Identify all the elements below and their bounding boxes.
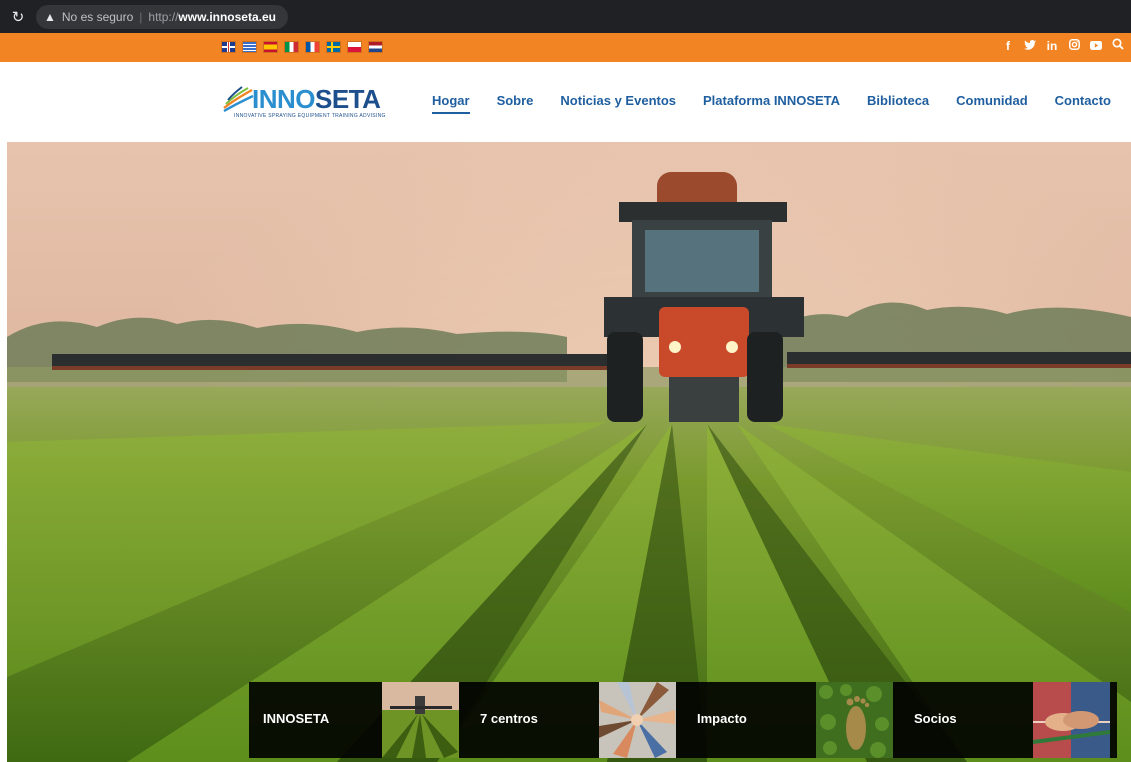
logo-tagline: INNOVATIVE SPRAYING EQUIPMENT TRAINING A… <box>234 113 386 119</box>
card-socios[interactable]: Socios <box>900 682 1117 758</box>
social-icons: f in <box>1001 38 1125 53</box>
language-flags <box>222 42 382 52</box>
logo-wave-icon <box>223 86 254 112</box>
card-innoseta[interactable]: INNOSETA <box>249 682 466 758</box>
hero-image <box>7 142 1131 762</box>
reload-icon[interactable]: ↻ <box>6 8 30 26</box>
nav-item-plataforma-innoseta[interactable]: Plataforma INNOSETA <box>703 93 840 108</box>
flag-pl-icon[interactable] <box>348 42 361 52</box>
feature-cards: INNOSETA 7 centros Impacto Socios <box>249 682 1117 758</box>
url-separator: | <box>139 9 143 24</box>
flag-se-icon[interactable] <box>327 42 340 52</box>
hero-tractor-field-illustration <box>7 142 1131 762</box>
site-header: INNOSETA INNOVATIVE SPRAYING EQUIPMENT T… <box>0 62 1131 142</box>
logo-wordmark: INNOSETA <box>252 84 381 114</box>
facebook-icon[interactable]: f <box>1001 39 1015 53</box>
instagram-icon[interactable] <box>1067 38 1081 53</box>
flag-gr-icon[interactable] <box>243 42 256 52</box>
flag-it-icon[interactable] <box>285 42 298 52</box>
url-field[interactable]: ▲ No es seguro | http://www.innoseta.eu <box>36 4 288 29</box>
warning-triangle-icon[interactable]: ▲ <box>44 10 56 24</box>
handshake-thumb <box>1033 682 1110 758</box>
flag-fr-icon[interactable] <box>306 42 319 52</box>
card-label: Impacto <box>697 711 747 726</box>
card-impacto[interactable]: Impacto <box>683 682 900 758</box>
twitter-icon[interactable] <box>1023 39 1037 53</box>
youtube-icon[interactable] <box>1089 39 1103 53</box>
footprint-thumb <box>816 682 893 758</box>
card-label: INNOSETA <box>263 711 330 726</box>
nav-item-hogar[interactable]: Hogar <box>432 93 470 114</box>
card-label: 7 centros <box>480 711 538 726</box>
linkedin-icon[interactable]: in <box>1045 39 1059 53</box>
url-protocol: http:// <box>148 9 179 24</box>
url-host: www.innoseta.eu <box>178 9 276 24</box>
card-7-centros[interactable]: 7 centros <box>466 682 683 758</box>
hands-circle-thumb <box>599 682 676 758</box>
flag-nl-icon[interactable] <box>369 42 382 52</box>
browser-address-bar: ↻ ▲ No es seguro | http://www.innoseta.e… <box>0 0 1131 33</box>
nav-item-biblioteca[interactable]: Biblioteca <box>867 93 929 108</box>
nav-item-contacto[interactable]: Contacto <box>1055 93 1111 108</box>
nav-item-noticias-y-eventos[interactable]: Noticias y Eventos <box>560 93 676 108</box>
search-icon[interactable] <box>1111 38 1125 53</box>
tractor-field-thumb <box>382 682 459 758</box>
site-logo[interactable]: INNOSETA INNOVATIVE SPRAYING EQUIPMENT T… <box>222 84 385 124</box>
flag-es-icon[interactable] <box>264 42 277 52</box>
nav-item-sobre[interactable]: Sobre <box>497 93 534 108</box>
card-label: Socios <box>914 711 957 726</box>
security-label: No es seguro <box>61 9 134 24</box>
top-bar: f in <box>0 33 1131 62</box>
flag-en-icon[interactable] <box>222 42 235 52</box>
nav-item-comunidad[interactable]: Comunidad <box>956 93 1028 108</box>
main-nav: Hogar Sobre Noticias y Eventos Plataform… <box>432 93 1131 114</box>
